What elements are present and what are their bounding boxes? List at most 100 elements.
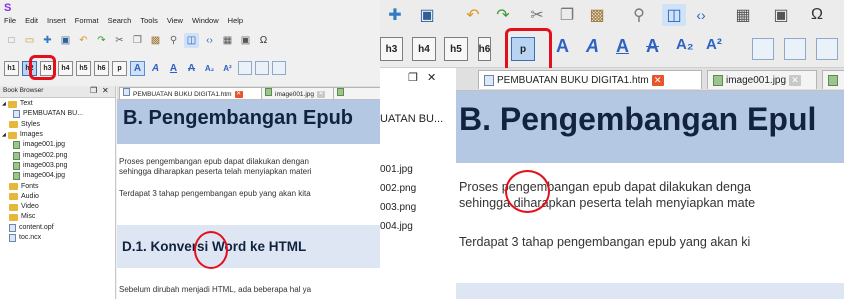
editor-paragraph-2[interactable]: Terdapat 3 tahap pengembangan epub yang … <box>119 189 311 199</box>
tree-item[interactable]: image001.jpg <box>0 140 83 150</box>
align-center-icon[interactable] <box>784 38 806 60</box>
superscript-icon[interactable]: A² <box>706 36 722 53</box>
editor-paragraph-1a[interactable]: Proses pengembangan epub dapat dilakukan… <box>459 179 751 195</box>
tab-close-icon[interactable]: ✕ <box>651 74 664 86</box>
heading-h3-button[interactable]: h3 <box>380 37 403 61</box>
strikethrough-icon[interactable]: A <box>646 36 659 57</box>
paste-icon[interactable]: ▩ <box>148 33 163 48</box>
cut-icon[interactable]: ✂ <box>112 33 127 48</box>
cut-icon[interactable]: ✂ <box>526 4 548 26</box>
tree-item[interactable]: image002.png <box>0 150 83 160</box>
add-file-icon[interactable]: ✚ <box>384 4 406 26</box>
menu-file[interactable]: File <box>4 15 16 27</box>
align-center-icon[interactable] <box>255 61 269 75</box>
special-char-icon[interactable]: Ω <box>806 4 828 26</box>
editor-paragraph-1a[interactable]: Proses pengembangan epub dapat dilakukan… <box>119 157 309 167</box>
heading-h5-button[interactable]: h5 <box>444 37 468 61</box>
bold-icon[interactable]: A <box>556 36 569 57</box>
tab-pembuatan[interactable]: PEMBUATAN BUKU DIGITA1.htm ✕ <box>119 87 267 99</box>
undo-icon[interactable]: ↶ <box>462 4 484 26</box>
undo-icon[interactable]: ↶ <box>76 33 91 48</box>
tree-item[interactable]: Video <box>0 202 83 212</box>
menu-help[interactable]: Help <box>228 15 243 27</box>
zoom-icon[interactable]: ⚲ <box>166 33 181 48</box>
strikethrough-icon[interactable]: A <box>184 61 199 76</box>
editor-heading[interactable]: B. Pengembangan Epub <box>123 107 353 130</box>
tree-item[interactable]: image004.jpg <box>0 171 83 181</box>
save-icon[interactable]: ▣ <box>58 33 73 48</box>
tree-item[interactable]: content.opf <box>0 223 83 233</box>
heading-h5-button[interactable]: h5 <box>76 60 91 76</box>
add-file-icon[interactable]: ✚ <box>40 33 55 48</box>
tree-item[interactable]: Styles <box>0 120 83 130</box>
menu-edit[interactable]: Edit <box>25 15 38 27</box>
editor-paragraph-2[interactable]: Terdapat 3 tahap pengembangan epub yang … <box>459 234 750 250</box>
menu-format[interactable]: Format <box>75 15 99 27</box>
monitor-icon[interactable]: ▣ <box>770 4 792 26</box>
superscript-icon[interactable]: A² <box>220 61 235 76</box>
zoom-icon[interactable]: ⚲ <box>628 4 650 26</box>
close-icon[interactable]: ✕ <box>102 86 109 95</box>
undock-icon[interactable]: ❐ <box>90 86 97 95</box>
menu-view[interactable]: View <box>167 15 183 27</box>
split-view-icon[interactable]: ▦ <box>220 33 235 48</box>
redo-icon[interactable]: ↷ <box>492 4 514 26</box>
underline-icon[interactable]: A <box>166 61 181 76</box>
tree-item[interactable]: PEMBUATAN BU... <box>0 109 83 119</box>
menu-search[interactable]: Search <box>108 15 132 27</box>
align-right-icon[interactable] <box>816 38 838 60</box>
tab-image001[interactable]: image001.jpg ✕ <box>261 87 339 99</box>
bold-icon[interactable]: A <box>130 60 145 76</box>
paste-icon[interactable]: ▩ <box>586 4 608 26</box>
subscript-icon[interactable]: A₂ <box>676 36 694 53</box>
tree-item[interactable]: image003.png <box>0 161 83 171</box>
heading-h1-button[interactable]: h1 <box>4 60 19 76</box>
menu-window[interactable]: Window <box>192 15 219 27</box>
italic-icon[interactable]: A <box>148 61 163 76</box>
heading-h6-button[interactable]: h6 <box>478 37 491 61</box>
heading-h6-button[interactable]: h6 <box>94 60 109 76</box>
new-file-icon[interactable]: □ <box>4 33 19 48</box>
italic-icon[interactable]: A <box>586 36 599 57</box>
tree-item[interactable]: Fonts <box>0 181 83 191</box>
open-folder-icon[interactable]: ▭ <box>22 33 37 48</box>
align-left-icon[interactable] <box>238 61 252 75</box>
tab-close-icon[interactable]: ✕ <box>317 90 326 98</box>
close-icon[interactable]: ✕ <box>427 72 436 84</box>
paragraph-button[interactable]: p <box>112 60 127 76</box>
book-view-icon[interactable]: ◫ <box>662 4 686 26</box>
tab-close-icon[interactable]: ✕ <box>234 90 243 98</box>
monitor-icon[interactable]: ▣ <box>238 33 253 48</box>
split-view-icon[interactable]: ▦ <box>732 4 754 26</box>
tab-image002[interactable] <box>333 87 380 99</box>
redo-icon[interactable]: ↷ <box>94 33 109 48</box>
editor-paragraph-1b[interactable]: sehingga diharapkan peserta telah menyia… <box>459 195 755 211</box>
code-view-icon[interactable]: ‹› <box>202 33 217 48</box>
tree-item[interactable]: toc.ncx <box>0 233 83 243</box>
expand-arrow-icon[interactable]: ◢ <box>2 99 6 109</box>
expand-arrow-icon[interactable]: ◢ <box>2 130 6 140</box>
tab-image001[interactable]: image001.jpg ✕ <box>707 70 817 89</box>
align-left-icon[interactable] <box>752 38 774 60</box>
code-view-icon[interactable]: ‹› <box>690 4 712 26</box>
copy-icon[interactable]: ❐ <box>130 33 145 48</box>
save-icon[interactable]: ▣ <box>416 4 438 26</box>
menu-insert[interactable]: Insert <box>47 15 66 27</box>
underline-icon[interactable]: A <box>616 36 629 57</box>
subscript-icon[interactable]: A₂ <box>202 61 217 76</box>
align-right-icon[interactable] <box>272 61 286 75</box>
editor-paragraph-1b[interactable]: sehingga diharapkan peserta telah menyia… <box>119 167 312 177</box>
copy-icon[interactable]: ❐ <box>556 4 578 26</box>
undock-icon[interactable]: ❐ <box>408 72 418 84</box>
menu-tools[interactable]: Tools <box>140 15 158 27</box>
heading-h4-button[interactable]: h4 <box>58 60 73 76</box>
editor-heading[interactable]: B. Pengembangan Epul <box>459 101 816 138</box>
heading-h4-button[interactable]: h4 <box>412 37 436 61</box>
tree-item[interactable]: Audio <box>0 192 83 202</box>
tab-pembuatan[interactable]: PEMBUATAN BUKU DIGITA1.htm ✕ <box>478 70 702 89</box>
editor-paragraph-3[interactable]: Sebelum dirubah menjadi HTML, ada bebera… <box>119 285 311 295</box>
tab-close-icon[interactable]: ✕ <box>789 74 802 86</box>
book-view-icon[interactable]: ◫ <box>184 32 199 48</box>
special-char-icon[interactable]: Ω <box>256 33 271 48</box>
tree-item[interactable]: ◢ Images <box>0 130 83 140</box>
